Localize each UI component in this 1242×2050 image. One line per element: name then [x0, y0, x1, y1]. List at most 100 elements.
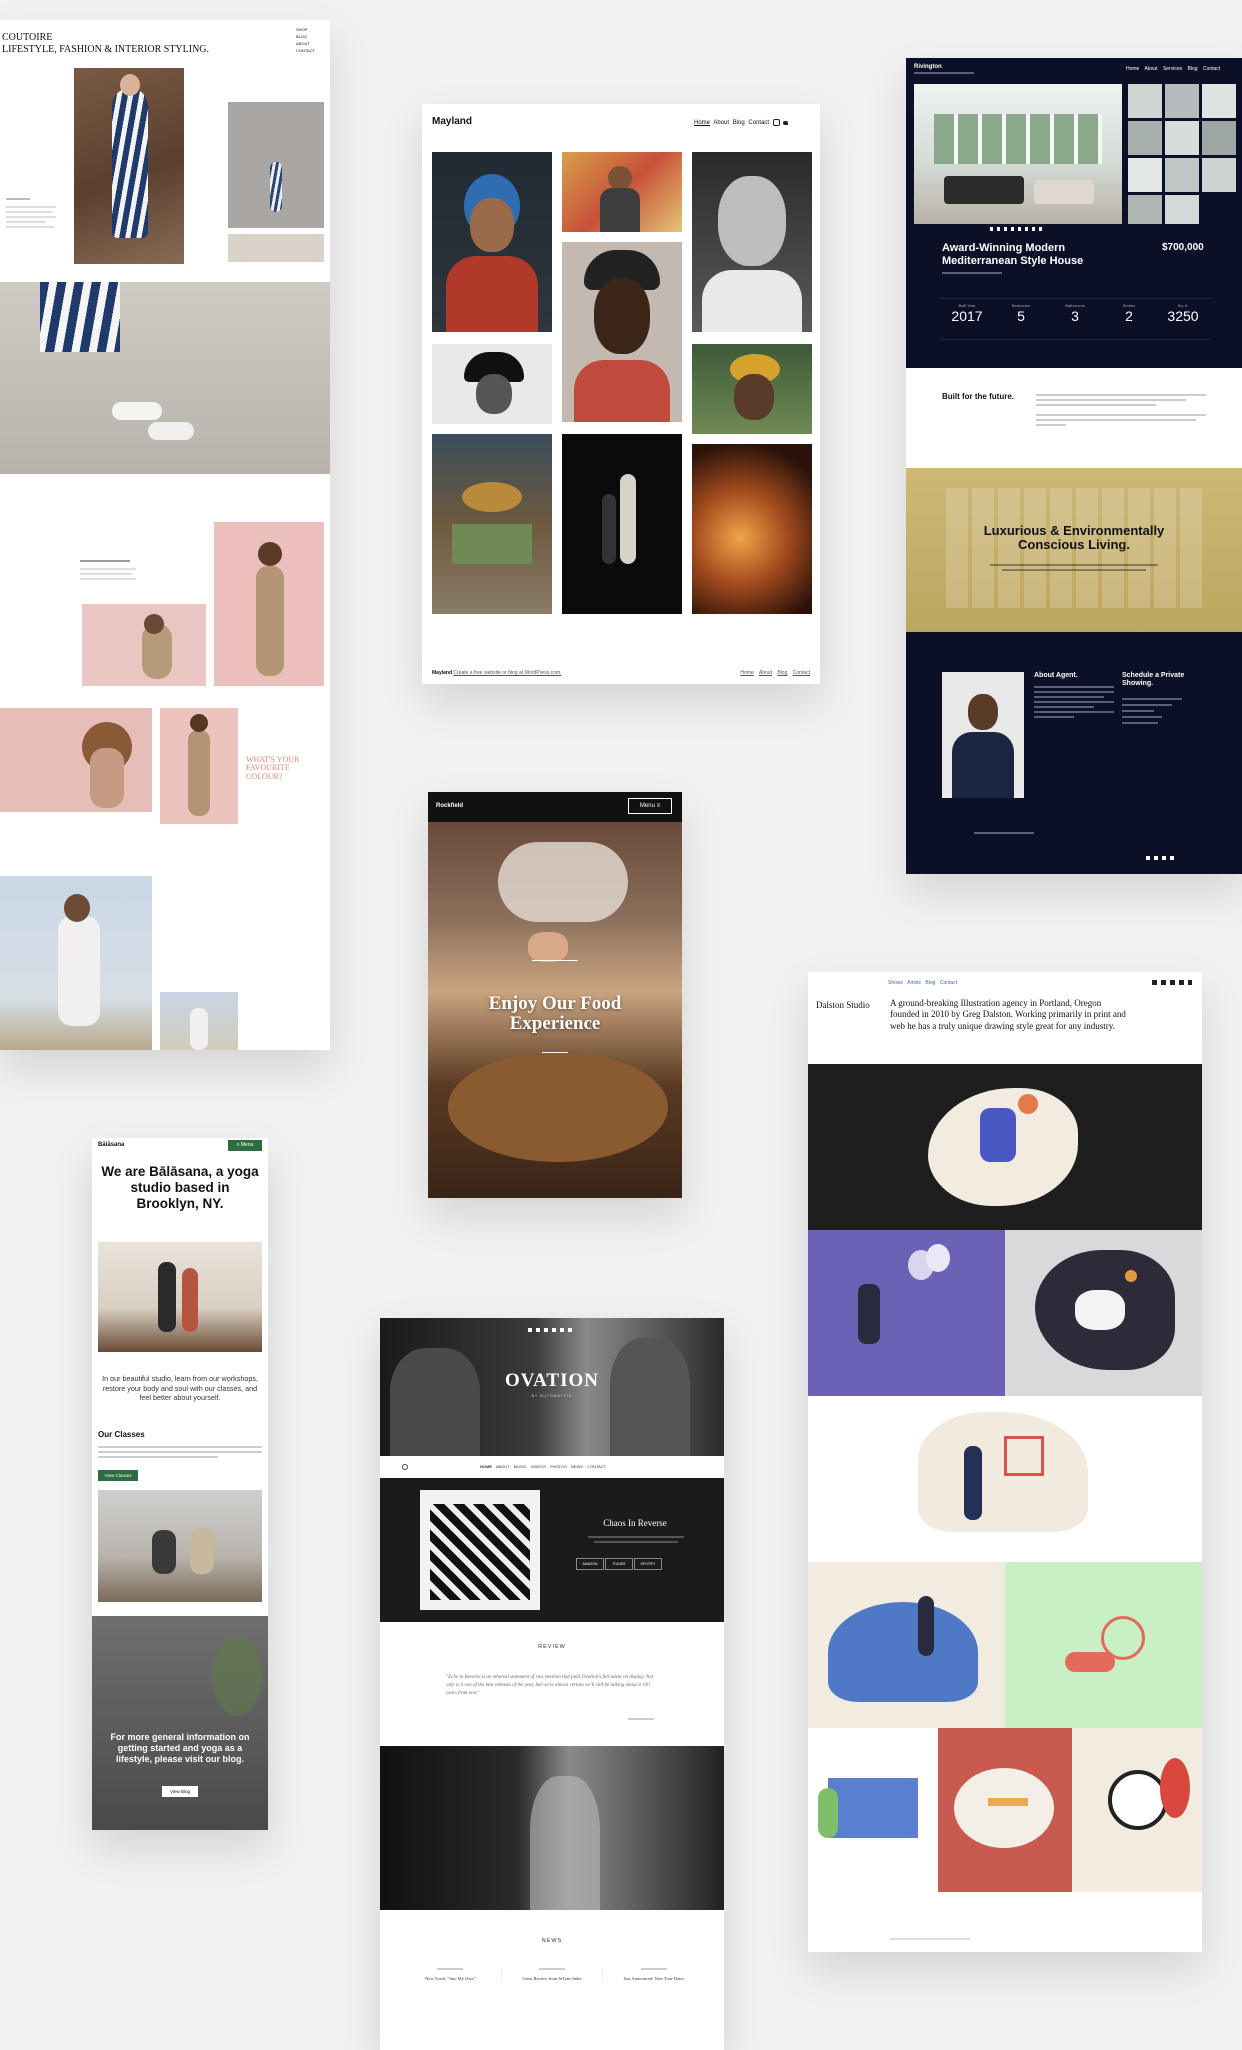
- nav-videos[interactable]: VIDEOS: [531, 1464, 546, 1469]
- concrete-wall-photo: [228, 102, 324, 228]
- nav-about[interactable]: ABOUT: [496, 1464, 510, 1469]
- nav-contact[interactable]: Contact: [940, 980, 957, 986]
- balasana-preview[interactable]: Bālāsana ≡ Menu We are Bālāsana, a yoga …: [92, 1138, 268, 1830]
- classes-description: [98, 1446, 262, 1458]
- nav-contact[interactable]: Contact: [748, 120, 769, 126]
- nav-artists[interactable]: Artists: [907, 980, 921, 986]
- house-interior-photo[interactable]: [914, 84, 1122, 224]
- footer-nav-about[interactable]: About: [759, 670, 772, 676]
- nav-contact[interactable]: Contact: [1203, 66, 1220, 72]
- slider-dots[interactable]: [990, 227, 1046, 231]
- footer-nav-blog[interactable]: Blog: [777, 670, 787, 676]
- performer-photo: [380, 1746, 724, 1910]
- slider-next-button[interactable]: [228, 234, 324, 262]
- amazon-button[interactable]: AMAZON: [576, 1558, 604, 1570]
- spotify-button[interactable]: SPOTIFY: [633, 1558, 662, 1570]
- instagram-icon[interactable]: [772, 119, 780, 126]
- workspace-illustration[interactable]: [808, 1728, 938, 1892]
- man-shirt-photo: [0, 876, 152, 1050]
- luxury-heading: Luxurious & Environmentally Conscious Li…: [983, 523, 1165, 553]
- rockfield-logo[interactable]: Rockfield: [436, 803, 463, 809]
- candlelight-photo[interactable]: [692, 444, 812, 614]
- rivington-preview[interactable]: Rivington Home About Services Blog Conta…: [906, 58, 1242, 874]
- portrait-man-cap-bw[interactable]: [432, 344, 552, 424]
- itunes-button[interactable]: ITUNES: [604, 1558, 633, 1570]
- nav-news[interactable]: NEWS: [571, 1464, 583, 1469]
- footer-nav-home[interactable]: Home: [740, 670, 753, 676]
- curly-hair-photo: [0, 708, 152, 812]
- portrait-young-man[interactable]: [562, 242, 682, 422]
- news-item[interactable]: New Track: "Into My Own": [400, 1968, 501, 1981]
- night-street-photo[interactable]: [562, 434, 682, 614]
- gallery-illustration[interactable]: [808, 1396, 1202, 1562]
- dalston-logo[interactable]: Dalston Studio: [816, 1000, 870, 1010]
- stairs-illustration[interactable]: [938, 1728, 1072, 1892]
- dalston-social-icons[interactable]: [1152, 980, 1192, 985]
- news-item[interactable]: Just Announced: New Tour Dates: [602, 1968, 704, 1981]
- twitter-icon[interactable]: [783, 120, 789, 125]
- mayland-preview[interactable]: Mayland Home About Blog Contact Mayland …: [422, 104, 820, 684]
- hamburger-icon: ≡: [656, 803, 661, 809]
- blog-cta-section: [92, 1616, 268, 1830]
- reading-illustration[interactable]: [808, 1562, 1005, 1728]
- stopwatch-illustration[interactable]: [1072, 1728, 1202, 1892]
- footer-social-icons[interactable]: [1146, 856, 1176, 860]
- market-photo[interactable]: [432, 434, 552, 614]
- ovation-preview[interactable]: OVATION BY AUTOMATTIC HOME ABOUT MUSIC V…: [380, 1318, 724, 2050]
- bicycle-illustration[interactable]: [1005, 1562, 1202, 1728]
- stat-sqft: Sq. ft. 3250: [1167, 303, 1199, 324]
- nav-blog[interactable]: Blog: [733, 120, 745, 126]
- nav-shows[interactable]: Shows: [888, 980, 903, 986]
- contact-details: [1122, 698, 1192, 724]
- nav-about[interactable]: ABOUT: [296, 40, 315, 47]
- nav-home[interactable]: HOME: [480, 1464, 492, 1469]
- footer-wordpress-link[interactable]: Create a free website or blog at WordPre…: [453, 670, 561, 676]
- review-quote: "Echo in Reverse is an ethereal statemen…: [446, 1675, 654, 1696]
- portrait-old-man-bw[interactable]: [692, 152, 812, 332]
- nav-contact[interactable]: CONTACT: [587, 1464, 606, 1469]
- view-classes-button[interactable]: View Classes: [98, 1470, 138, 1481]
- mayland-footer: Mayland Create a free website or blog at…: [432, 670, 810, 676]
- nav-blog[interactable]: BLOG: [296, 33, 315, 40]
- news-item[interactable]: Great Review from InTune Indie: [500, 1968, 603, 1981]
- coutoire-preview[interactable]: COUTOIRE LIFESTYLE, FASHION & INTERIOR S…: [0, 20, 330, 1050]
- nav-blog[interactable]: Blog: [925, 980, 935, 986]
- portrait-woman-scarf[interactable]: [432, 152, 552, 332]
- news-heading: NEWS: [541, 1938, 563, 1944]
- nav-shop[interactable]: SHOP: [296, 26, 315, 33]
- view-classes-label: View Classes: [104, 1473, 132, 1478]
- text-block: [6, 198, 61, 228]
- view-blog-label: View Blog: [170, 1789, 190, 1794]
- nav-photos[interactable]: PHOTOS: [550, 1464, 567, 1469]
- dalston-preview[interactable]: Shows Artists Blog Contact Dalston Studi…: [808, 972, 1202, 1952]
- balloons-illustration[interactable]: [808, 1230, 1005, 1396]
- search-icon[interactable]: [402, 1464, 408, 1470]
- menu-button[interactable]: Menu ≡: [628, 798, 672, 814]
- footer-nav-contact[interactable]: Contact: [793, 670, 810, 676]
- nav-about[interactable]: About: [713, 120, 729, 126]
- ovation-social-icons[interactable]: [528, 1328, 576, 1332]
- nav-blog[interactable]: Blog: [1188, 66, 1198, 72]
- footer-line: [974, 832, 1034, 834]
- rivington-logo[interactable]: Rivington: [914, 64, 942, 70]
- astronaut-illustration[interactable]: [1005, 1230, 1202, 1396]
- dalston-intro: A ground-breaking Illustration agency in…: [890, 998, 1126, 1031]
- nav-music[interactable]: MUSIC: [514, 1464, 527, 1469]
- basketball-illustration[interactable]: [808, 1064, 1202, 1230]
- nav-home[interactable]: Home: [694, 120, 710, 126]
- mayland-logo[interactable]: Mayland: [432, 116, 472, 127]
- mayland-nav: Home About Blog Contact: [694, 119, 789, 126]
- view-blog-button[interactable]: View Blog: [162, 1786, 198, 1797]
- menu-button[interactable]: ≡ Menu: [228, 1140, 262, 1151]
- schedule-heading: Schedule a Private Showing.: [1122, 672, 1185, 688]
- portrait-woman-headwrap[interactable]: [692, 344, 812, 434]
- painter-photo[interactable]: [562, 152, 682, 232]
- rockfield-preview[interactable]: Rockfield Menu ≡ Enjoy Our Food Experien…: [428, 792, 682, 1198]
- nav-contact[interactable]: CONTACT: [296, 47, 315, 54]
- nav-about[interactable]: About: [1144, 66, 1157, 72]
- stat-bathrooms: Bathrooms 3: [1065, 303, 1085, 324]
- nav-services[interactable]: Services: [1163, 66, 1182, 72]
- balasana-logo[interactable]: Bālāsana: [98, 1142, 124, 1148]
- built-section: Built for the future.: [906, 368, 1242, 468]
- nav-home[interactable]: Home: [1126, 66, 1139, 72]
